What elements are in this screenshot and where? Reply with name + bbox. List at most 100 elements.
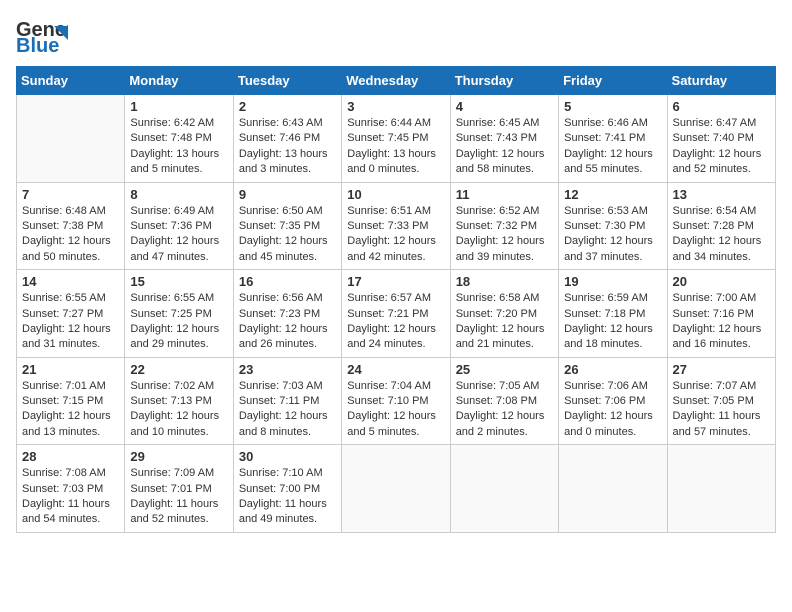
calendar-cell: 12Sunrise: 6:53 AM Sunset: 7:30 PM Dayli… <box>559 182 667 270</box>
day-info: Sunrise: 7:00 AM Sunset: 7:16 PM Dayligh… <box>673 291 770 353</box>
calendar-week-3: 14Sunrise: 6:55 AM Sunset: 7:27 PM Dayli… <box>17 270 776 358</box>
day-number: 11 <box>456 187 553 202</box>
day-info: Sunrise: 6:49 AM Sunset: 7:36 PM Dayligh… <box>130 204 227 266</box>
day-info: Sunrise: 7:07 AM Sunset: 7:05 PM Dayligh… <box>673 379 770 441</box>
svg-text:Blue: Blue <box>16 35 59 57</box>
day-number: 22 <box>130 362 227 377</box>
day-info: Sunrise: 6:55 AM Sunset: 7:25 PM Dayligh… <box>130 291 227 353</box>
calendar-cell: 29 Sunrise: 7:09 AM Sunset: 7:01 PM Dayli… <box>125 445 233 533</box>
day-number: 13 <box>673 187 770 202</box>
calendar-cell: 16 Sunrise: 6:56 AM Sunset: 7:23 PM Dayli… <box>233 270 341 358</box>
calendar-cell: 5 Sunrise: 6:46 AM Sunset: 7:41 PM Daylig… <box>559 95 667 183</box>
calendar-week-5: 28Sunrise: 7:08 AM Sunset: 7:03 PM Dayli… <box>17 445 776 533</box>
weekday-header-saturday: Saturday <box>667 67 775 95</box>
calendar-cell: 21 Sunrise: 7:01 AM Sunset: 7:15 PM Dayli… <box>17 357 125 445</box>
calendar-cell <box>342 445 450 533</box>
calendar-cell: 2Sunrise: 6:43 AM Sunset: 7:46 PM Daylig… <box>233 95 341 183</box>
calendar-week-4: 21 Sunrise: 7:01 AM Sunset: 7:15 PM Dayli… <box>17 357 776 445</box>
day-info: Sunrise: 7:05 AM Sunset: 7:08 PM Dayligh… <box>456 379 553 441</box>
calendar-cell: 27 Sunrise: 7:07 AM Sunset: 7:05 PM Dayli… <box>667 357 775 445</box>
day-number: 26 <box>564 362 661 377</box>
day-number: 24 <box>347 362 444 377</box>
calendar-cell <box>17 95 125 183</box>
day-number: 4 <box>456 99 553 114</box>
day-number: 10 <box>347 187 444 202</box>
calendar-cell: 17 Sunrise: 6:57 AM Sunset: 7:21 PM Dayli… <box>342 270 450 358</box>
day-number: 30 <box>239 449 336 464</box>
day-info: Sunrise: 7:06 AM Sunset: 7:06 PM Dayligh… <box>564 379 661 441</box>
calendar-week-1: 1 Sunrise: 6:42 AM Sunset: 7:48 PM Daylig… <box>17 95 776 183</box>
calendar-cell: 24 Sunrise: 7:04 AM Sunset: 7:10 PM Dayli… <box>342 357 450 445</box>
calendar-cell: 20 Sunrise: 7:00 AM Sunset: 7:16 PM Dayli… <box>667 270 775 358</box>
calendar-cell: 28Sunrise: 7:08 AM Sunset: 7:03 PM Dayli… <box>17 445 125 533</box>
calendar-table: SundayMondayTuesdayWednesdayThursdayFrid… <box>16 66 776 533</box>
day-number: 16 <box>239 274 336 289</box>
day-number: 28 <box>22 449 119 464</box>
day-info: Sunrise: 6:56 AM Sunset: 7:23 PM Dayligh… <box>239 291 336 353</box>
day-number: 23 <box>239 362 336 377</box>
day-number: 19 <box>564 274 661 289</box>
calendar-cell <box>450 445 558 533</box>
calendar-cell: 14Sunrise: 6:55 AM Sunset: 7:27 PM Dayli… <box>17 270 125 358</box>
day-number: 9 <box>239 187 336 202</box>
calendar-cell: 30 Sunrise: 7:10 AM Sunset: 7:00 PM Dayli… <box>233 445 341 533</box>
day-info: Sunrise: 6:51 AM Sunset: 7:33 PM Dayligh… <box>347 204 444 266</box>
calendar-cell: 7 Sunrise: 6:48 AM Sunset: 7:38 PM Daylig… <box>17 182 125 270</box>
calendar-cell: 6Sunrise: 6:47 AM Sunset: 7:40 PM Daylig… <box>667 95 775 183</box>
calendar-cell: 10 Sunrise: 6:51 AM Sunset: 7:33 PM Dayli… <box>342 182 450 270</box>
day-number: 25 <box>456 362 553 377</box>
logo-icon: General Blue <box>16 16 68 58</box>
day-info: Sunrise: 6:45 AM Sunset: 7:43 PM Dayligh… <box>456 116 553 178</box>
day-number: 20 <box>673 274 770 289</box>
day-number: 7 <box>22 187 119 202</box>
weekday-header-monday: Monday <box>125 67 233 95</box>
page-header: General Blue <box>16 16 776 58</box>
day-info: Sunrise: 7:04 AM Sunset: 7:10 PM Dayligh… <box>347 379 444 441</box>
day-number: 1 <box>130 99 227 114</box>
day-info: Sunrise: 6:52 AM Sunset: 7:32 PM Dayligh… <box>456 204 553 266</box>
day-info: Sunrise: 7:01 AM Sunset: 7:15 PM Dayligh… <box>22 379 119 441</box>
day-info: Sunrise: 7:09 AM Sunset: 7:01 PM Dayligh… <box>130 466 227 528</box>
day-info: Sunrise: 6:59 AM Sunset: 7:18 PM Dayligh… <box>564 291 661 353</box>
calendar-cell: 1 Sunrise: 6:42 AM Sunset: 7:48 PM Daylig… <box>125 95 233 183</box>
day-number: 21 <box>22 362 119 377</box>
day-info: Sunrise: 6:46 AM Sunset: 7:41 PM Dayligh… <box>564 116 661 178</box>
calendar-week-2: 7 Sunrise: 6:48 AM Sunset: 7:38 PM Daylig… <box>17 182 776 270</box>
day-number: 17 <box>347 274 444 289</box>
calendar-cell: 19 Sunrise: 6:59 AM Sunset: 7:18 PM Dayli… <box>559 270 667 358</box>
day-info: Sunrise: 6:58 AM Sunset: 7:20 PM Dayligh… <box>456 291 553 353</box>
weekday-header-friday: Friday <box>559 67 667 95</box>
calendar-cell: 15 Sunrise: 6:55 AM Sunset: 7:25 PM Dayli… <box>125 270 233 358</box>
day-info: Sunrise: 6:53 AM Sunset: 7:30 PM Dayligh… <box>564 204 661 266</box>
calendar-cell: 26 Sunrise: 7:06 AM Sunset: 7:06 PM Dayli… <box>559 357 667 445</box>
day-number: 5 <box>564 99 661 114</box>
calendar-cell: 9 Sunrise: 6:50 AM Sunset: 7:35 PM Daylig… <box>233 182 341 270</box>
weekday-header-sunday: Sunday <box>17 67 125 95</box>
calendar-cell: 3Sunrise: 6:44 AM Sunset: 7:45 PM Daylig… <box>342 95 450 183</box>
calendar-cell: 18Sunrise: 6:58 AM Sunset: 7:20 PM Dayli… <box>450 270 558 358</box>
calendar-cell: 4 Sunrise: 6:45 AM Sunset: 7:43 PM Daylig… <box>450 95 558 183</box>
day-number: 8 <box>130 187 227 202</box>
calendar-cell: 8 Sunrise: 6:49 AM Sunset: 7:36 PM Daylig… <box>125 182 233 270</box>
day-info: Sunrise: 6:48 AM Sunset: 7:38 PM Dayligh… <box>22 204 119 266</box>
day-info: Sunrise: 6:42 AM Sunset: 7:48 PM Dayligh… <box>130 116 227 178</box>
day-number: 27 <box>673 362 770 377</box>
day-info: Sunrise: 7:03 AM Sunset: 7:11 PM Dayligh… <box>239 379 336 441</box>
calendar-cell: 22Sunrise: 7:02 AM Sunset: 7:13 PM Dayli… <box>125 357 233 445</box>
day-number: 3 <box>347 99 444 114</box>
day-info: Sunrise: 6:54 AM Sunset: 7:28 PM Dayligh… <box>673 204 770 266</box>
day-info: Sunrise: 6:50 AM Sunset: 7:35 PM Dayligh… <box>239 204 336 266</box>
day-info: Sunrise: 6:43 AM Sunset: 7:46 PM Dayligh… <box>239 116 336 178</box>
day-info: Sunrise: 7:10 AM Sunset: 7:00 PM Dayligh… <box>239 466 336 528</box>
weekday-header-thursday: Thursday <box>450 67 558 95</box>
calendar-cell <box>559 445 667 533</box>
calendar-cell: 13 Sunrise: 6:54 AM Sunset: 7:28 PM Dayli… <box>667 182 775 270</box>
day-number: 29 <box>130 449 227 464</box>
calendar-cell <box>667 445 775 533</box>
calendar-cell: 23 Sunrise: 7:03 AM Sunset: 7:11 PM Dayli… <box>233 357 341 445</box>
weekday-header-tuesday: Tuesday <box>233 67 341 95</box>
day-number: 15 <box>130 274 227 289</box>
logo: General Blue <box>16 16 68 58</box>
day-info: Sunrise: 6:57 AM Sunset: 7:21 PM Dayligh… <box>347 291 444 353</box>
calendar-cell: 11 Sunrise: 6:52 AM Sunset: 7:32 PM Dayli… <box>450 182 558 270</box>
